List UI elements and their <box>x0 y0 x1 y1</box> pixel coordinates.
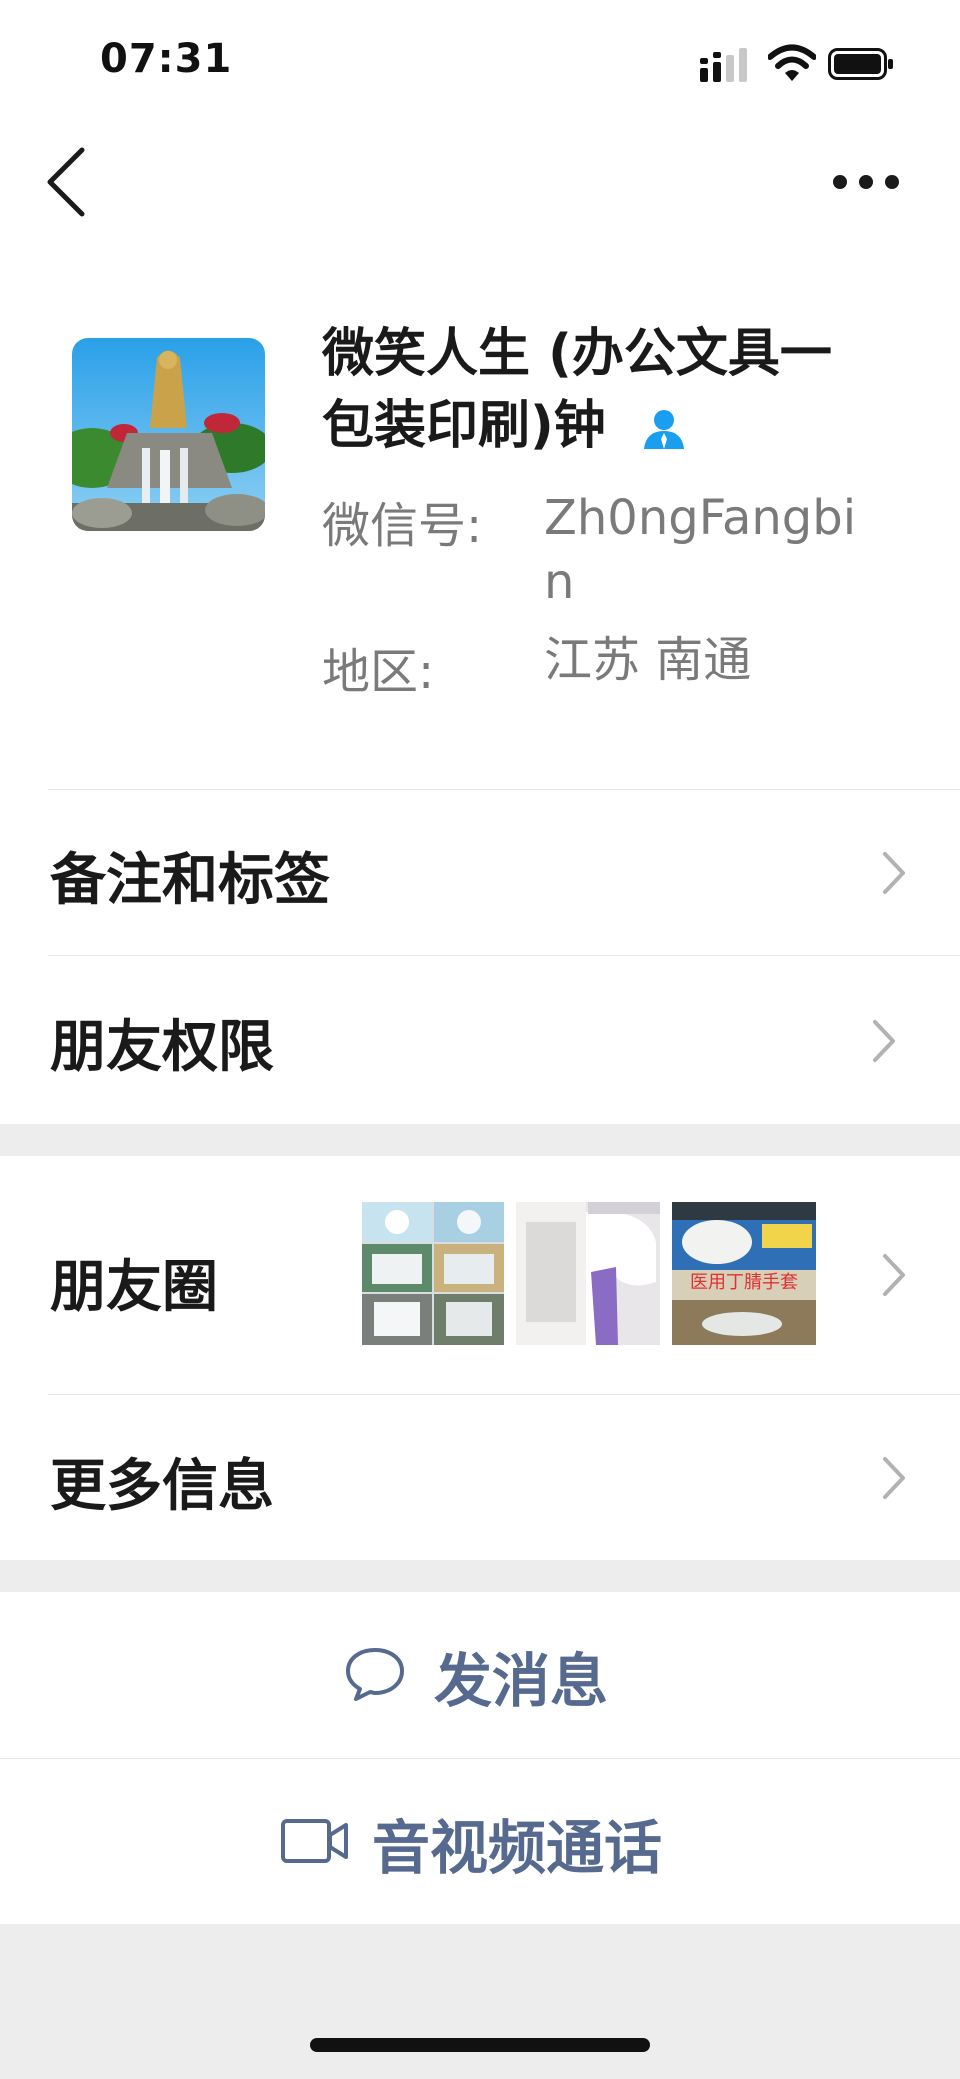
video-call-label: 音视频通话 <box>372 1814 663 1882</box>
battery-icon <box>828 48 893 80</box>
contact-name-line2: 包装印刷)钟 <box>322 390 922 462</box>
section-separator <box>0 1560 960 1592</box>
status-time: 07:31 <box>100 36 233 82</box>
video-call-button[interactable]: 音视频通话 <box>0 1759 960 1924</box>
row-remarks-tags-label: 备注和标签 <box>50 848 330 913</box>
chevron-right-icon <box>873 1020 895 1062</box>
wechat-id-value: Zh0ngFangbi n <box>544 486 924 614</box>
thumb-thermometer[interactable] <box>516 1202 660 1345</box>
send-message-label: 发消息 <box>434 1647 609 1715</box>
chevron-left-icon[interactable] <box>40 140 90 220</box>
bottom-area <box>0 1924 960 2079</box>
home-indicator[interactable] <box>310 2038 650 2052</box>
chevron-right-icon <box>883 1254 905 1296</box>
contact-name-line2-text: 包装印刷)钟 <box>322 396 606 456</box>
contact-name: 微笑人生 (办公文具一 包装印刷)钟 <box>322 318 922 462</box>
thumb-gloves-box-text: 医用丁腈手套 <box>690 1272 798 1293</box>
contact-name-line1: 微笑人生 (办公文具一 <box>322 324 832 384</box>
wechat-id-label: 微信号: <box>322 498 483 554</box>
statue-waterfall-photo <box>72 338 265 531</box>
region-value: 江苏 南通 <box>544 632 752 688</box>
row-more-info-label: 更多信息 <box>50 1454 274 1519</box>
region-label: 地区: <box>322 644 435 700</box>
section-separator <box>0 1124 960 1156</box>
ellipsis-icon[interactable] <box>830 168 902 196</box>
row-friend-permissions[interactable]: 朋友权限 <box>0 956 960 1124</box>
video-camera-icon <box>281 1819 348 1863</box>
chevron-right-icon <box>883 1457 905 1499</box>
wifi-icon <box>768 44 816 81</box>
chevron-right-icon <box>883 852 905 894</box>
row-moments[interactable]: 朋友圈 医用丁腈手套 <box>0 1156 960 1394</box>
signal-bars-icon <box>700 48 747 82</box>
thumb-gloves-box[interactable]: 医用丁腈手套 <box>672 1202 816 1345</box>
wechat-id-value-line2: n <box>544 554 575 610</box>
person-icon <box>643 410 684 449</box>
chat-bubble-icon <box>346 1648 404 1701</box>
avatar[interactable] <box>72 338 265 531</box>
row-friend-permissions-label: 朋友权限 <box>50 1015 274 1080</box>
row-more-info[interactable]: 更多信息 <box>0 1395 960 1560</box>
wechat-id-value-line1: Zh0ngFangbi <box>544 490 857 546</box>
row-moments-label: 朋友圈 <box>50 1255 218 1320</box>
row-remarks-tags[interactable]: 备注和标签 <box>0 790 960 955</box>
thumb-product-grid[interactable] <box>362 1202 504 1345</box>
send-message-button[interactable]: 发消息 <box>0 1592 960 1757</box>
